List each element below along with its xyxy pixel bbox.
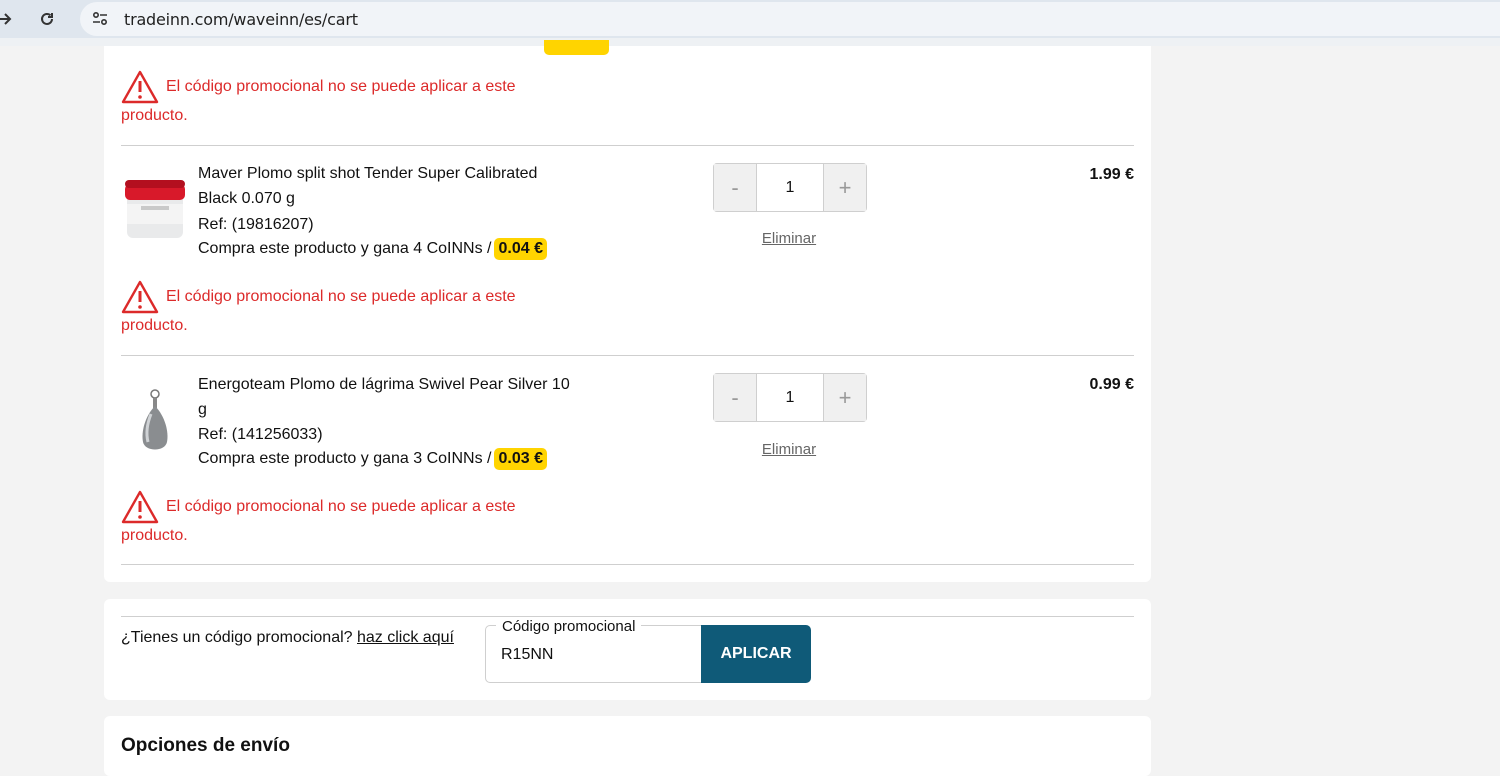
item-price: 0.99 € <box>1089 376 1134 393</box>
product-title[interactable]: Maver Plomo split shot Tender Super Cali… <box>198 161 578 211</box>
warning-text: El código promocional no se puede aplica… <box>121 288 516 334</box>
item-divider <box>121 564 1134 565</box>
promo-code-card: ¿Tienes un código promocional? haz click… <box>104 599 1151 700</box>
promo-warning: El código promocional no se puede aplica… <box>121 70 561 130</box>
item-price: 1.99 € <box>1089 166 1134 183</box>
toolbar-divider <box>0 38 1500 46</box>
cart-items-card: El código promocional no se puede aplica… <box>104 40 1151 582</box>
promo-field-label: Código promocional <box>496 618 642 635</box>
promo-divider <box>121 616 1134 617</box>
item-divider <box>121 355 1134 356</box>
coins-badge: 0.04 € <box>494 238 547 260</box>
forward-arrow-icon[interactable] <box>0 10 14 28</box>
increase-quantity-button[interactable]: + <box>823 374 866 421</box>
promo-code-input[interactable]: Código promocional R15NN <box>485 618 705 683</box>
product-title[interactable]: Energoteam Plomo de lágrima Swivel Pear … <box>198 372 578 422</box>
remove-item-link[interactable]: Eliminar <box>713 441 865 458</box>
reload-icon[interactable] <box>38 10 56 28</box>
address-bar[interactable]: tradeinn.com/waveinn/es/cart <box>80 2 1500 36</box>
product-coins: Compra este producto y gana 3 CoINNs /0.… <box>198 448 547 470</box>
product-image[interactable] <box>121 176 189 244</box>
warning-triangle-icon <box>121 490 159 534</box>
increase-quantity-button[interactable]: + <box>823 164 866 211</box>
warning-text: El código promocional no se puede aplica… <box>121 78 516 124</box>
warning-triangle-icon <box>121 70 159 114</box>
remove-item-link[interactable]: Eliminar <box>713 230 865 247</box>
promo-warning: El código promocional no se puede aplica… <box>121 490 561 550</box>
browser-toolbar: tradeinn.com/waveinn/es/cart <box>0 0 1500 38</box>
promo-toggle-link[interactable]: haz click aquí <box>357 629 454 646</box>
item-divider <box>121 145 1134 146</box>
promo-question-text: ¿Tienes un código promocional? <box>121 629 353 646</box>
quantity-value[interactable]: 1 <box>757 164 823 211</box>
warning-triangle-icon <box>121 280 159 324</box>
product-ref: Ref: (141256033) <box>198 426 323 443</box>
promo-field-value[interactable]: R15NN <box>501 646 553 664</box>
quantity-value[interactable]: 1 <box>757 374 823 421</box>
decrease-quantity-button[interactable]: - <box>714 374 757 421</box>
product-coins: Compra este producto y gana 4 CoINNs /0.… <box>198 238 547 260</box>
product-ref: Ref: (19816207) <box>198 216 314 233</box>
partial-coin-badge <box>544 40 609 55</box>
product-image[interactable] <box>121 388 189 456</box>
site-info-icon[interactable] <box>91 10 109 28</box>
promo-question: ¿Tienes un código promocional? haz click… <box>121 629 454 647</box>
coins-badge: 0.03 € <box>494 448 547 470</box>
shipping-options-card: Opciones de envío <box>104 716 1151 776</box>
quantity-stepper: - 1 + <box>713 163 867 212</box>
url-text: tradeinn.com/waveinn/es/cart <box>124 10 358 29</box>
coins-text: Compra este producto y gana 3 CoINNs / <box>198 450 492 467</box>
shipping-title: Opciones de envío <box>121 735 290 756</box>
coins-text: Compra este producto y gana 4 CoINNs / <box>198 240 492 257</box>
promo-warning: El código promocional no se puede aplica… <box>121 280 561 340</box>
apply-promo-button[interactable]: APLICAR <box>701 625 811 683</box>
quantity-stepper: - 1 + <box>713 373 867 422</box>
decrease-quantity-button[interactable]: - <box>714 164 757 211</box>
warning-text: El código promocional no se puede aplica… <box>121 498 516 544</box>
